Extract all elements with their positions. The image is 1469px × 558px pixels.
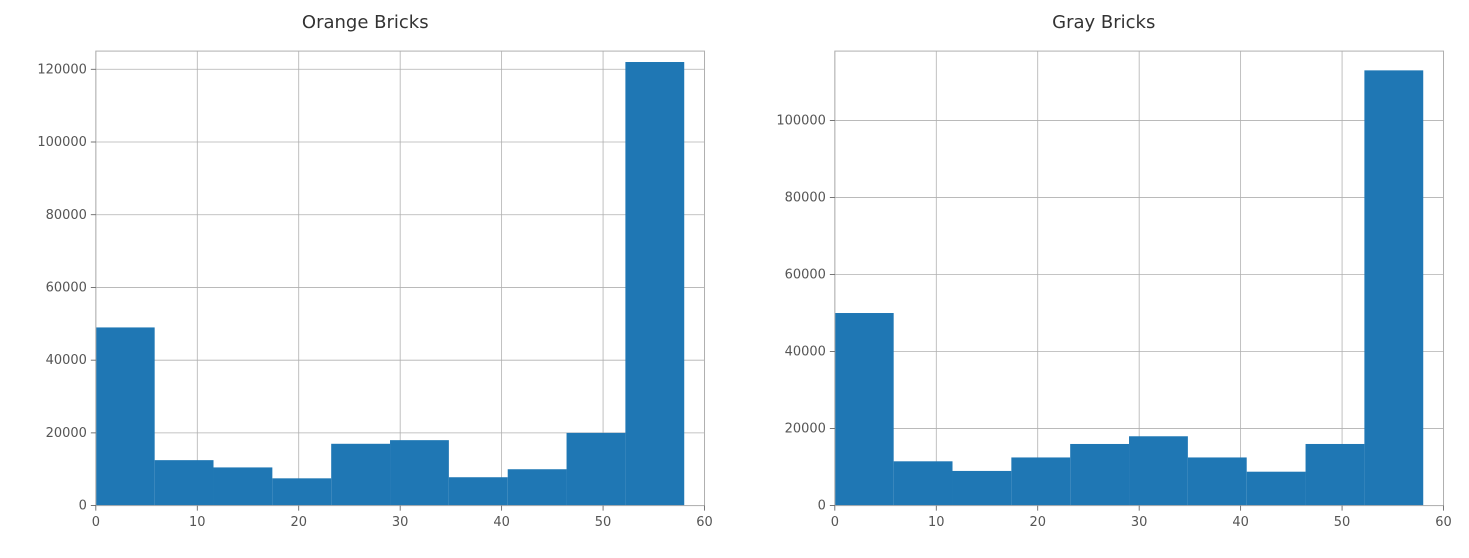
x-tick-label: 60 bbox=[696, 515, 713, 530]
y-tick-label: 40000 bbox=[784, 345, 825, 360]
panel-orange-bricks: Orange Bricks 0 10 20 30 40 50 60 0 20000 40000 60… bbox=[16, 12, 715, 546]
y-tick-label: 100000 bbox=[776, 113, 826, 128]
y-tick-label: 0 bbox=[817, 499, 825, 514]
x-tick-label: 0 bbox=[830, 515, 838, 530]
histogram-bar bbox=[834, 313, 893, 506]
histogram-bar bbox=[1070, 444, 1129, 506]
histogram-bar bbox=[1011, 457, 1070, 505]
y-tick-label: 0 bbox=[79, 499, 87, 514]
histogram-bar bbox=[214, 467, 273, 505]
y-tick-label: 60000 bbox=[46, 280, 87, 295]
x-tick-label: 0 bbox=[92, 515, 100, 530]
y-tick-label: 80000 bbox=[46, 208, 87, 223]
histogram-bar bbox=[331, 444, 390, 506]
histogram-bar bbox=[893, 461, 952, 505]
x-tick-label: 40 bbox=[493, 515, 510, 530]
histogram-bar bbox=[1246, 472, 1305, 506]
histogram-bar bbox=[952, 471, 1011, 506]
histogram-bar bbox=[390, 440, 449, 505]
plot-area: 0 10 20 30 40 50 60 0 20000 40000 60000 80000 100000… bbox=[16, 41, 715, 546]
y-tick-label: 120000 bbox=[37, 62, 87, 77]
histogram-bar bbox=[625, 62, 684, 506]
y-tick-label: 100000 bbox=[37, 135, 87, 150]
x-tick-label: 10 bbox=[928, 515, 945, 530]
y-tick-label: 40000 bbox=[46, 353, 87, 368]
histogram-bar bbox=[1129, 436, 1188, 505]
histogram-bar bbox=[567, 433, 626, 506]
histogram-bar bbox=[1364, 70, 1423, 505]
histogram-bar bbox=[96, 327, 155, 505]
x-tick-label: 30 bbox=[1130, 515, 1147, 530]
x-tick-label: 30 bbox=[392, 515, 409, 530]
histogram-bar bbox=[508, 469, 567, 505]
chart-title: Orange Bricks bbox=[16, 12, 715, 33]
histogram-bar bbox=[449, 477, 508, 505]
x-tick-label: 50 bbox=[1333, 515, 1350, 530]
plot-area: 0 10 20 30 40 50 60 0 20000 40000 60000 80000 100000 bbox=[755, 41, 1454, 546]
x-tick-label: 10 bbox=[189, 515, 206, 530]
histogram-bar bbox=[155, 460, 214, 505]
chart-svg-gray: 0 10 20 30 40 50 60 0 20000 40000 60000 80000 100000 bbox=[755, 41, 1454, 546]
x-tick-label: 40 bbox=[1232, 515, 1249, 530]
y-tick-label: 80000 bbox=[784, 190, 825, 205]
histogram-bar bbox=[1187, 457, 1246, 505]
y-tick-label: 20000 bbox=[46, 426, 87, 441]
x-tick-label: 50 bbox=[595, 515, 612, 530]
panel-gray-bricks: Gray Bricks 0 10 20 30 40 50 60 0 20000 40000 6000… bbox=[755, 12, 1454, 546]
y-tick-label: 60000 bbox=[784, 267, 825, 282]
x-tick-label: 20 bbox=[1029, 515, 1046, 530]
figure: Orange Bricks 0 10 20 30 40 50 60 0 20000 40000 60… bbox=[0, 0, 1469, 558]
x-tick-label: 60 bbox=[1435, 515, 1452, 530]
chart-title: Gray Bricks bbox=[755, 12, 1454, 33]
chart-svg-orange: 0 10 20 30 40 50 60 0 20000 40000 60000 80000 100000… bbox=[16, 41, 715, 546]
x-tick-label: 20 bbox=[290, 515, 307, 530]
histogram-bar bbox=[1305, 444, 1364, 506]
y-tick-label: 20000 bbox=[784, 422, 825, 437]
histogram-bar bbox=[272, 478, 331, 505]
